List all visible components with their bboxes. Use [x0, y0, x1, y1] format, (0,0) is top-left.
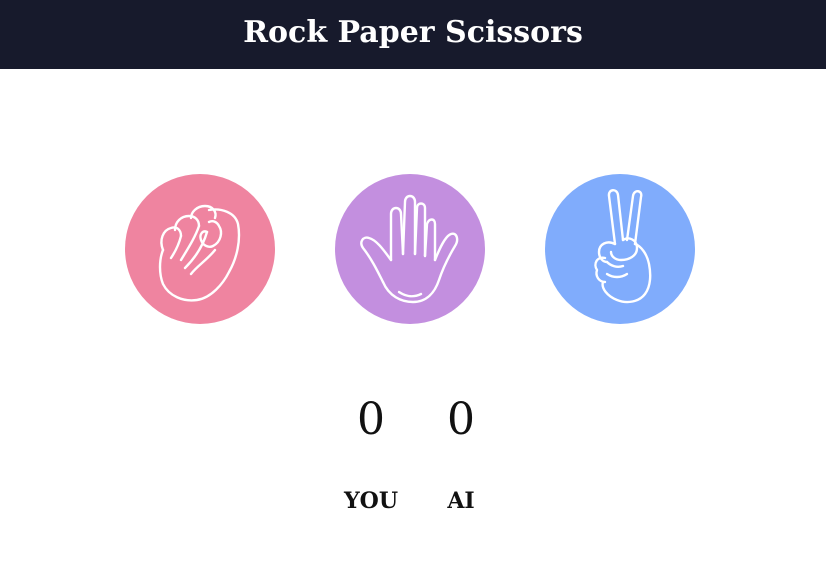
- peace-hand-icon: [594, 189, 652, 304]
- fist-icon: [158, 204, 241, 302]
- player-score-label: YOU: [343, 488, 399, 514]
- page-title: Rock Paper Scissors: [243, 14, 583, 50]
- rock-button[interactable]: [125, 174, 275, 324]
- app-header: Rock Paper Scissors: [0, 0, 826, 69]
- player-score: 0: [357, 394, 385, 445]
- scissors-button[interactable]: [545, 174, 695, 324]
- open-hand-icon: [360, 194, 459, 304]
- paper-button[interactable]: [335, 174, 485, 324]
- ai-score: 0: [447, 394, 475, 445]
- ai-score-label: AI: [447, 488, 475, 514]
